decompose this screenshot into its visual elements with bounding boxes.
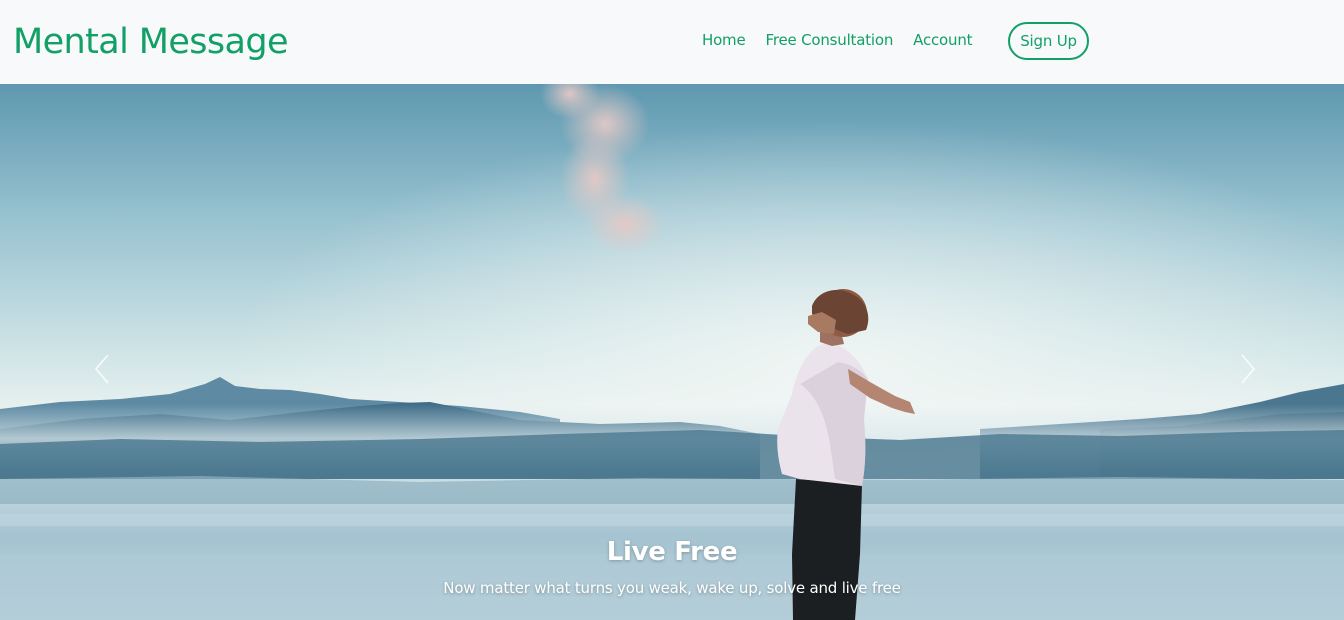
carousel-next-button[interactable] bbox=[1232, 352, 1262, 386]
nav-links: Home Free Consultation Account bbox=[702, 28, 973, 52]
nav-link-free-consultation[interactable]: Free Consultation bbox=[766, 31, 894, 49]
slide-title: Live Free bbox=[606, 537, 738, 567]
nav-link-home[interactable]: Home bbox=[702, 31, 746, 49]
slide-text: Now matter what turns you weak, wake up,… bbox=[443, 579, 901, 597]
sign-up-button[interactable]: Sign Up bbox=[1008, 22, 1089, 60]
navbar: Mental Message Home Free Consultation Ac… bbox=[0, 0, 1344, 84]
nav-link-account[interactable]: Account bbox=[913, 31, 972, 49]
chevron-left-icon bbox=[94, 354, 109, 384]
chevron-right-icon bbox=[1241, 354, 1256, 384]
hero-carousel: Live Free Now matter what turns you weak… bbox=[0, 84, 1344, 620]
carousel-prev-button[interactable] bbox=[88, 352, 118, 386]
brand-logo[interactable]: Mental Message bbox=[13, 20, 289, 64]
